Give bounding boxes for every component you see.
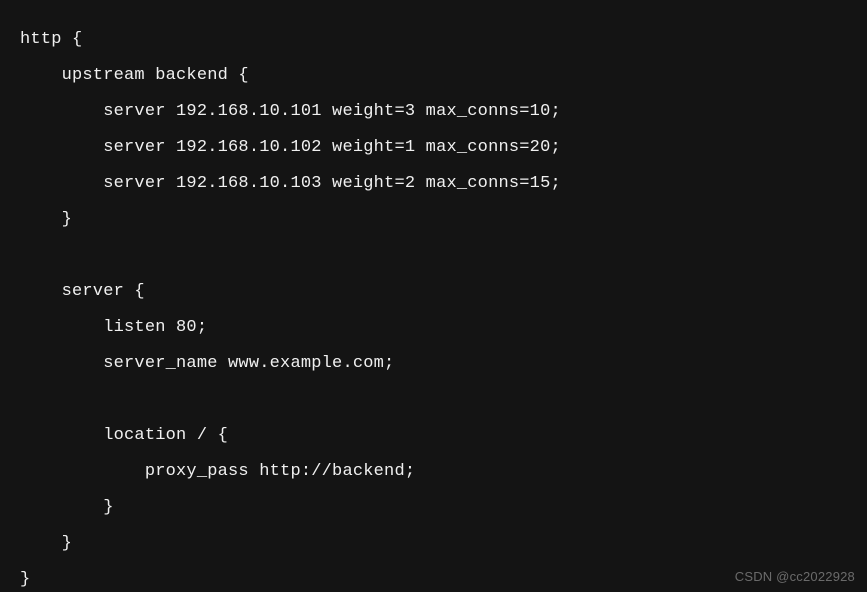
code-line: server 192.168.10.101 weight=3 max_conns… bbox=[20, 102, 561, 121]
code-line: http { bbox=[20, 30, 82, 49]
code-block: http { upstream backend { server 192.168… bbox=[0, 0, 867, 592]
code-line: location / { bbox=[20, 426, 228, 445]
code-line: server_name www.example.com; bbox=[20, 354, 394, 373]
code-line: proxy_pass http://backend; bbox=[20, 462, 415, 481]
code-line: } bbox=[20, 534, 72, 553]
code-line: upstream backend { bbox=[20, 66, 249, 85]
code-line: } bbox=[20, 210, 72, 229]
code-line: listen 80; bbox=[20, 318, 207, 337]
code-line: server 192.168.10.103 weight=2 max_conns… bbox=[20, 174, 561, 193]
code-line: server { bbox=[20, 282, 145, 301]
code-line: } bbox=[20, 498, 114, 517]
code-line: server 192.168.10.102 weight=1 max_conns… bbox=[20, 138, 561, 157]
code-line: } bbox=[20, 570, 30, 589]
